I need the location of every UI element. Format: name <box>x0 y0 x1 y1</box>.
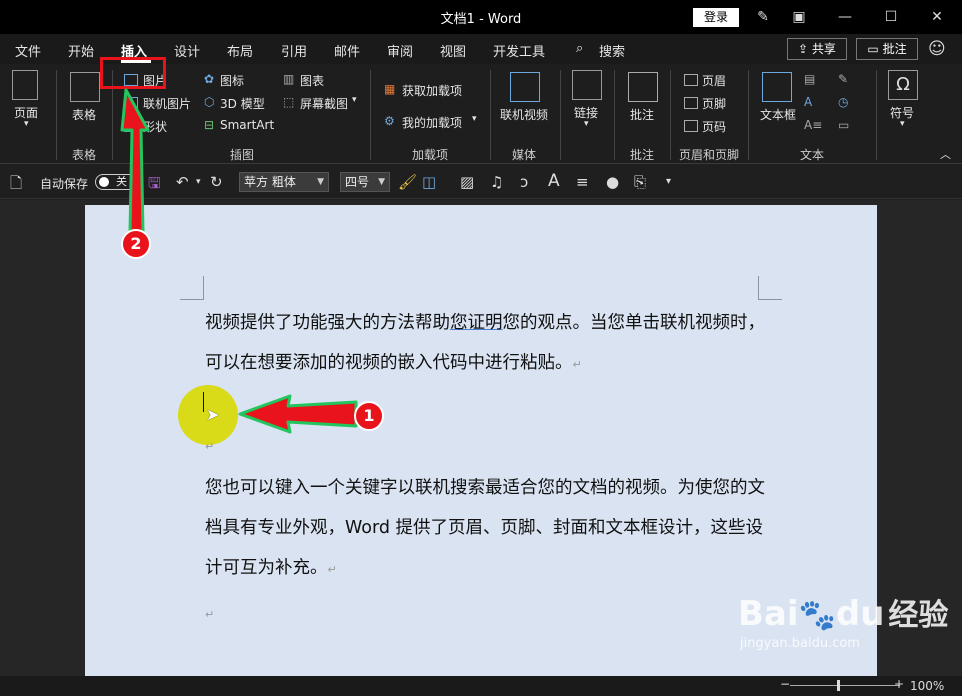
arrow-2 <box>120 88 150 234</box>
watermark-jingyan: 经验 <box>888 598 949 633</box>
step-badge-1: 1 <box>354 401 384 431</box>
paw-icon: 🐾 <box>798 598 836 633</box>
baidu-watermark: Bai🐾du 经验 jingyan.baidu.com <box>738 590 948 651</box>
watermark-du: du <box>835 594 885 634</box>
step-badge-2: 2 <box>121 229 151 259</box>
watermark-url: jingyan.baidu.com <box>740 636 860 651</box>
arrow-1 <box>238 394 358 434</box>
watermark-bai: Bai <box>738 594 799 634</box>
